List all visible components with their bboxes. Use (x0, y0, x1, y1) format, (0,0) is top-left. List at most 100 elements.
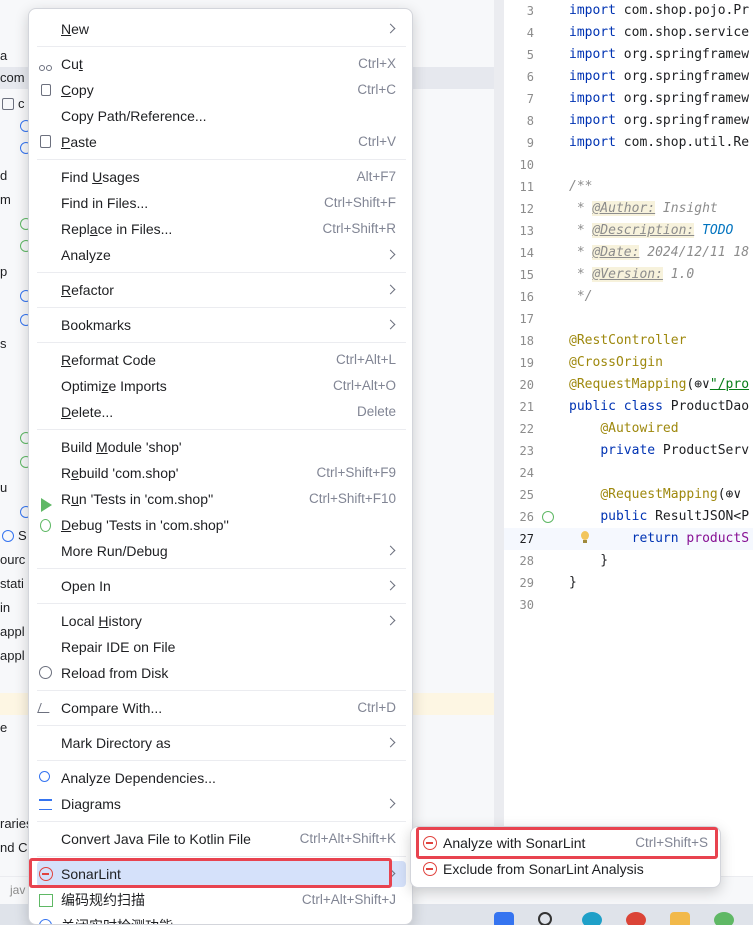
edge-browser-icon[interactable] (582, 912, 602, 925)
code-text: } (569, 575, 577, 590)
menu-item-compare[interactable]: Compare With... Ctrl+D (37, 695, 406, 721)
menu-item-new[interactable]: New (37, 16, 406, 42)
menu-item-repair-ide[interactable]: Repair IDE on File (37, 634, 406, 660)
code-line[interactable]: 16 */ (504, 286, 753, 308)
menu-item-bookmarks[interactable]: Bookmarks (37, 312, 406, 338)
code-line[interactable]: 14 * @Date: 2024/12/11 18 (504, 242, 753, 264)
code-text: @Autowired (600, 421, 679, 436)
panel-divider[interactable] (494, 0, 504, 880)
menu-item-mark-dir[interactable]: Mark Directory as (37, 730, 406, 756)
search-icon[interactable] (538, 912, 552, 925)
code-line[interactable]: 8 import org.springframew (504, 110, 753, 132)
code-line[interactable]: 26 public ResultJSON<P (504, 506, 753, 528)
menu-item-shortcut: Ctrl+V (358, 134, 396, 149)
compare-icon (37, 703, 53, 713)
folder-icon[interactable] (670, 912, 690, 925)
menu-item-analyze[interactable]: Analyze (37, 242, 406, 268)
code-line[interactable]: 4 import com.shop.service (504, 22, 753, 44)
menu-item-build-module[interactable]: Build Module 'shop' (37, 434, 406, 460)
chevron-right-icon (385, 284, 396, 295)
menu-item-realtime-check[interactable]: 关闭实时检测功能 (37, 913, 406, 924)
menu-item-label: Rebuild 'com.shop' (61, 465, 179, 481)
code-line[interactable]: 23 private ProductServ (504, 440, 753, 462)
line-number: 16 (519, 290, 534, 304)
menu-item-convert-kotlin[interactable]: Convert Java File to Kotlin File Ctrl+Alt… (37, 826, 406, 852)
chrome-browser-icon[interactable] (626, 912, 646, 925)
tree-row-label: com (0, 70, 25, 85)
menu-item-diagrams[interactable]: Diagrams (37, 791, 406, 817)
menu-item-replace-in-files[interactable]: Replace in Files... Ctrl+Shift+R (37, 216, 406, 242)
line-number: 12 (519, 202, 534, 216)
menu-item-shortcut: Ctrl+Alt+L (335, 352, 396, 367)
code-line[interactable]: 10 (504, 154, 753, 176)
line-number: 17 (519, 312, 534, 326)
menu-separator (37, 760, 406, 761)
code-line[interactable]: 11 /** (504, 176, 753, 198)
sonarlint-icon (423, 862, 437, 876)
code-line[interactable]: 30 (504, 594, 753, 616)
menu-item-reload[interactable]: Reload from Disk (37, 660, 406, 686)
menu-item-cut[interactable]: Cut Ctrl+X (37, 51, 406, 77)
code-line[interactable]: 18 @RestController (504, 330, 753, 352)
menu-separator (37, 690, 406, 691)
menu-item-open-in[interactable]: Open In (37, 573, 406, 599)
menu-item-optimize[interactable]: Optimize Imports Ctrl+Alt+O (37, 373, 406, 399)
menu-item-run-tests[interactable]: Run 'Tests in 'com.shop'' Ctrl+Shift+F10 (37, 486, 406, 512)
menu-item-find-usages[interactable]: Find Usages Alt+F7 (37, 164, 406, 190)
submenu-item-analyze[interactable]: Analyze with SonarLint Ctrl+Shift+S (419, 830, 714, 856)
menu-item-local-history[interactable]: Local History (37, 608, 406, 634)
web-endpoint-gutter-icon[interactable] (542, 511, 554, 523)
wechat-icon[interactable] (714, 912, 734, 925)
code-line[interactable]: 28 } (504, 550, 753, 572)
menu-item-rebuild[interactable]: Rebuild 'com.shop' Ctrl+Shift+F9 (37, 460, 406, 486)
code-line[interactable]: 21 public class ProductDao (504, 396, 753, 418)
menu-item-analyze-deps[interactable]: Analyze Dependencies... (37, 765, 406, 791)
menu-item-delete[interactable]: Delete... Delete (37, 399, 406, 425)
menu-item-debug-tests[interactable]: Debug 'Tests in 'com.shop'' (37, 512, 406, 538)
code-line[interactable]: 29} (504, 572, 753, 594)
menu-item-code-scan[interactable]: 编码规约扫描 Ctrl+Alt+Shift+J (37, 887, 406, 913)
submenu-item-exclude[interactable]: Exclude from SonarLint Analysis (419, 856, 714, 882)
code-text: public class ProductDao (569, 399, 750, 414)
menu-item-label: Bookmarks (61, 317, 132, 333)
code-line[interactable]: 7 import org.springframew (504, 88, 753, 110)
code-line[interactable]: 13 * @Description: TODO (504, 220, 753, 242)
menu-item-refactor[interactable]: Refactor (37, 277, 406, 303)
menu-item-reformat[interactable]: Reformat Code Ctrl+Alt+L (37, 347, 406, 373)
menu-item-label: Copy (61, 82, 94, 98)
menu-item-copy-path[interactable]: Copy Path/Reference... (37, 103, 406, 129)
code-line[interactable]: 3 import com.shop.pojo.Pr (504, 0, 753, 22)
menu-item-label: Build Module 'shop' (61, 439, 182, 455)
code-text: @CrossOrigin (569, 355, 663, 370)
line-number: 28 (519, 554, 534, 568)
code-line[interactable]: 6 import org.springframew (504, 66, 753, 88)
code-line[interactable]: 17 (504, 308, 753, 330)
menu-item-label: Open In (61, 578, 111, 594)
tree-row-label: S (18, 528, 27, 543)
code-line[interactable]: 12 * @Author: Insight (504, 198, 753, 220)
menu-item-label: Reload from Disk (61, 665, 169, 681)
lightbulb-icon[interactable] (580, 531, 590, 545)
menu-item-sonarlint[interactable]: SonarLint (37, 861, 406, 887)
menu-item-label: Local History (61, 613, 142, 629)
code-line[interactable]: 27 return productS (504, 528, 753, 550)
code-line[interactable]: 9 import com.shop.util.Re (504, 132, 753, 154)
code-line[interactable]: 5 import org.springframew (504, 44, 753, 66)
code-line[interactable]: 15 * @Version: 1.0 (504, 264, 753, 286)
menu-item-find-in-files[interactable]: Find in Files... Ctrl+Shift+F (37, 190, 406, 216)
menu-separator (37, 342, 406, 343)
code-line[interactable]: 20 @RequestMapping(⊕∨"/pro (504, 374, 753, 396)
code-line[interactable]: 22 @Autowired (504, 418, 753, 440)
menu-item-paste[interactable]: Paste Ctrl+V (37, 129, 406, 155)
tree-row-label: p (0, 264, 8, 279)
code-editor[interactable]: 3 import com.shop.pojo.Pr 4 import com.shop… (504, 0, 753, 880)
windows-start-icon[interactable] (494, 912, 514, 925)
tree-row-label: a (0, 48, 8, 63)
tree-row-label: ourc (0, 552, 26, 567)
menu-item-copy[interactable]: Copy Ctrl+C (37, 77, 406, 103)
code-line[interactable]: 19 @CrossOrigin (504, 352, 753, 374)
code-line[interactable]: 25 @RequestMapping(⊕∨ (504, 484, 753, 506)
tree-row-label: u (0, 480, 8, 495)
menu-item-more-run[interactable]: More Run/Debug (37, 538, 406, 564)
code-line[interactable]: 24 (504, 462, 753, 484)
